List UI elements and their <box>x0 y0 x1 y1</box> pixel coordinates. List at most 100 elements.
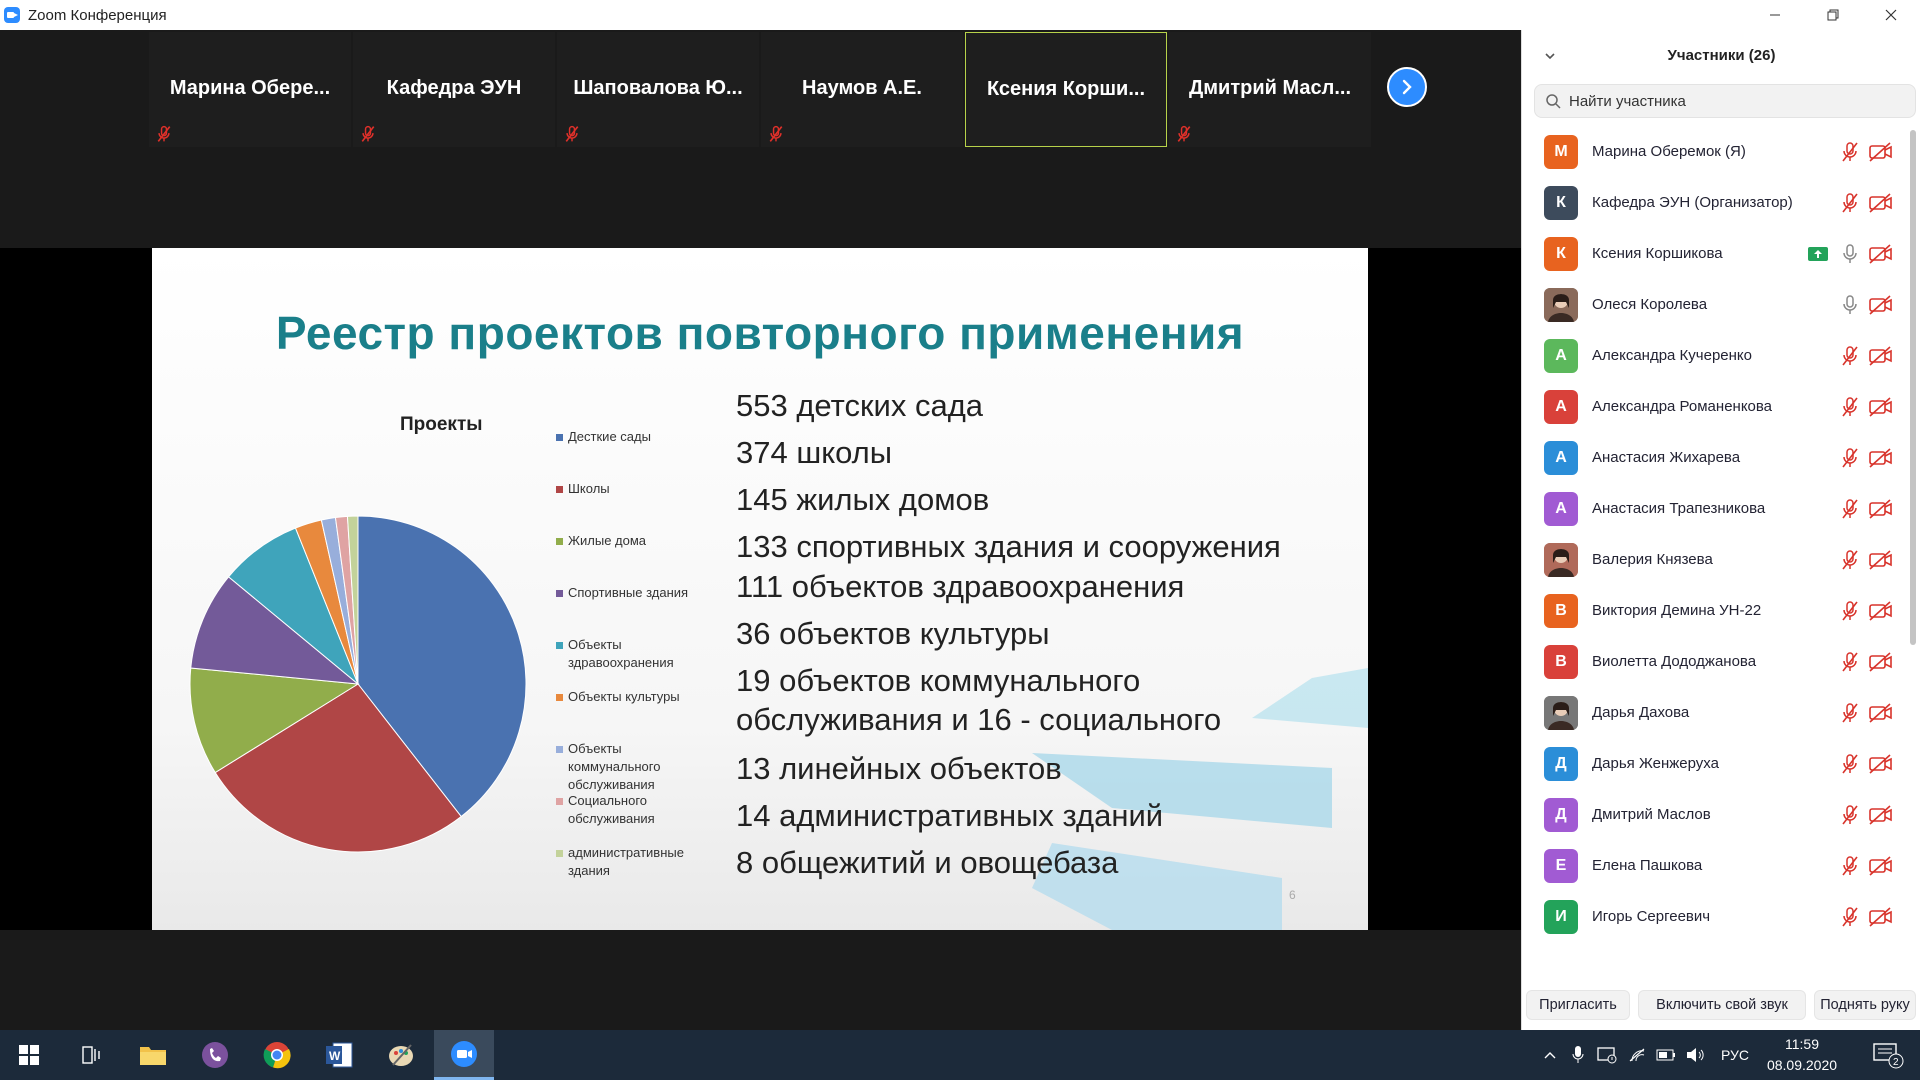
search-icon <box>1546 94 1561 109</box>
video-tile[interactable]: Кафедра ЭУН <box>353 32 555 147</box>
mic-muted-icon <box>157 125 171 142</box>
participant-mic-muted[interactable] <box>1840 549 1860 571</box>
participant-row[interactable]: И Игорь Сергеевич <box>1522 891 1907 942</box>
video-tile[interactable]: Дмитрий Масл... <box>1169 32 1371 147</box>
avatar: А <box>1544 491 1578 526</box>
participant-mic-muted[interactable] <box>1840 141 1860 163</box>
participant-name: Дмитрий Маслов <box>1592 806 1711 823</box>
invite-button[interactable]: Пригласить <box>1526 990 1630 1020</box>
participant-mic-on[interactable] <box>1840 243 1860 265</box>
participant-mic-muted[interactable] <box>1840 702 1860 724</box>
participant-mic-muted[interactable] <box>1840 396 1860 418</box>
participant-video-off[interactable] <box>1868 141 1894 162</box>
close-icon <box>1885 9 1897 21</box>
participant-video-off[interactable] <box>1868 294 1894 315</box>
participant-video-off[interactable] <box>1868 243 1894 264</box>
word-button[interactable]: W <box>310 1030 368 1080</box>
participant-row[interactable]: Валерия Князева <box>1522 534 1907 585</box>
participant-row[interactable]: К Кафедра ЭУН (Организатор) <box>1522 177 1907 228</box>
zoom-taskbar-button[interactable] <box>434 1030 494 1080</box>
minimize-button[interactable] <box>1746 0 1804 30</box>
file-explorer-button[interactable] <box>124 1030 182 1080</box>
participant-video-off[interactable] <box>1868 855 1894 876</box>
participant-row[interactable]: М Марина Оберемок (Я) <box>1522 126 1907 177</box>
participant-row[interactable]: В Виктория Демина УН-22 <box>1522 585 1907 636</box>
slide-title: Реестр проектов повторного применения <box>275 307 1245 359</box>
participant-video-off[interactable] <box>1868 396 1894 417</box>
close-button[interactable] <box>1862 0 1920 30</box>
participant-row[interactable]: К Ксения Коршикова <box>1522 228 1907 279</box>
participant-row[interactable]: Е Елена Пашкова <box>1522 840 1907 891</box>
clock-time: 11:59 <box>1785 1036 1819 1052</box>
participant-row[interactable]: А Анастасия Трапезникова <box>1522 483 1907 534</box>
video-off-icon <box>1869 345 1892 366</box>
participant-mic-muted[interactable] <box>1840 345 1860 367</box>
video-tile[interactable]: Ксения Корши... <box>965 32 1167 147</box>
participant-mic-muted[interactable] <box>1840 498 1860 520</box>
search-input[interactable] <box>1569 92 1889 110</box>
participant-search[interactable] <box>1534 84 1916 118</box>
action-center-button[interactable]: 2 <box>1862 1030 1912 1080</box>
video-tile[interactable]: Шаповалова Ю... <box>557 32 759 147</box>
tray-language[interactable]: РУС <box>1712 1030 1758 1080</box>
taskbar-clock[interactable]: 11:59 08.09.2020 <box>1762 1034 1842 1076</box>
task-view-button[interactable] <box>62 1030 120 1080</box>
legend-label: Объекты культуры <box>568 689 680 704</box>
legend-label: Объекты здравоохранения <box>568 637 674 670</box>
participant-row[interactable]: Д Дарья Женжеруха <box>1522 738 1907 789</box>
participant-row[interactable]: А Анастасия Жихарева <box>1522 432 1907 483</box>
participant-mic-muted[interactable] <box>1840 906 1860 928</box>
participant-row[interactable]: В Виолетта Дододжанова <box>1522 636 1907 687</box>
tray-wifi[interactable] <box>1624 1030 1650 1080</box>
participant-video-off[interactable] <box>1868 345 1894 366</box>
participant-mic-muted[interactable] <box>1840 600 1860 622</box>
viber-button[interactable] <box>186 1030 244 1080</box>
participant-video-off[interactable] <box>1868 651 1894 672</box>
tray-battery[interactable] <box>1652 1030 1680 1080</box>
participant-row[interactable]: Дарья Дахова <box>1522 687 1907 738</box>
participant-mic-muted[interactable] <box>1840 753 1860 775</box>
mic-muted-icon <box>1842 396 1858 416</box>
participant-video-off[interactable] <box>1868 549 1894 570</box>
legend-item: Объекты коммунального обслуживания <box>556 740 706 794</box>
restore-button[interactable] <box>1804 0 1862 30</box>
participant-row[interactable]: А Александра Романенкова <box>1522 381 1907 432</box>
participant-video-off[interactable] <box>1868 498 1894 519</box>
participant-row[interactable]: Д Дмитрий Маслов <box>1522 789 1907 840</box>
participant-mic-on[interactable] <box>1840 294 1860 316</box>
participant-row[interactable]: Олеся Королева <box>1522 279 1907 330</box>
avatar: И <box>1544 899 1578 934</box>
zoom-app-icon <box>4 7 20 23</box>
participant-list[interactable]: М Марина Оберемок (Я) К Кафедра ЭУН (Органи… <box>1522 126 1907 986</box>
scrollbar-thumb[interactable] <box>1910 130 1916 645</box>
participant-mic-muted[interactable] <box>1840 804 1860 826</box>
participant-video-off[interactable] <box>1868 447 1894 468</box>
legend-swatch <box>556 798 563 805</box>
participant-video-off[interactable] <box>1868 753 1894 774</box>
show-hidden-icons[interactable] <box>1538 1030 1562 1080</box>
participant-mic-muted[interactable] <box>1840 651 1860 673</box>
video-tile[interactable]: Наумов А.Е. <box>761 32 963 147</box>
next-page-button[interactable] <box>1387 67 1427 107</box>
participant-mic-muted[interactable] <box>1840 855 1860 877</box>
chrome-button[interactable] <box>248 1030 306 1080</box>
participant-video-off[interactable] <box>1868 600 1894 621</box>
participant-row[interactable]: А Александра Кучеренко <box>1522 330 1907 381</box>
participant-mic-muted[interactable] <box>1840 447 1860 469</box>
participant-video-off[interactable] <box>1868 702 1894 723</box>
paint-button[interactable] <box>372 1030 430 1080</box>
participant-video-off[interactable] <box>1868 192 1894 213</box>
participant-video-off[interactable] <box>1868 906 1894 927</box>
tray-volume[interactable] <box>1682 1030 1710 1080</box>
raise-hand-button[interactable]: Поднять руку <box>1814 990 1916 1020</box>
mic-muted-icon <box>1842 345 1858 365</box>
participant-mic-muted[interactable] <box>1840 192 1860 214</box>
start-button[interactable] <box>0 1030 58 1080</box>
participant-video-off[interactable] <box>1868 804 1894 825</box>
tray-mic[interactable] <box>1566 1030 1590 1080</box>
unmute-self-button[interactable]: Включить свой звук <box>1638 990 1806 1020</box>
window-title: Zoom Конференция <box>28 6 167 24</box>
tray-network-status[interactable] <box>1594 1030 1620 1080</box>
video-tile[interactable]: Марина Обере... <box>149 32 351 147</box>
viber-icon <box>202 1042 228 1068</box>
